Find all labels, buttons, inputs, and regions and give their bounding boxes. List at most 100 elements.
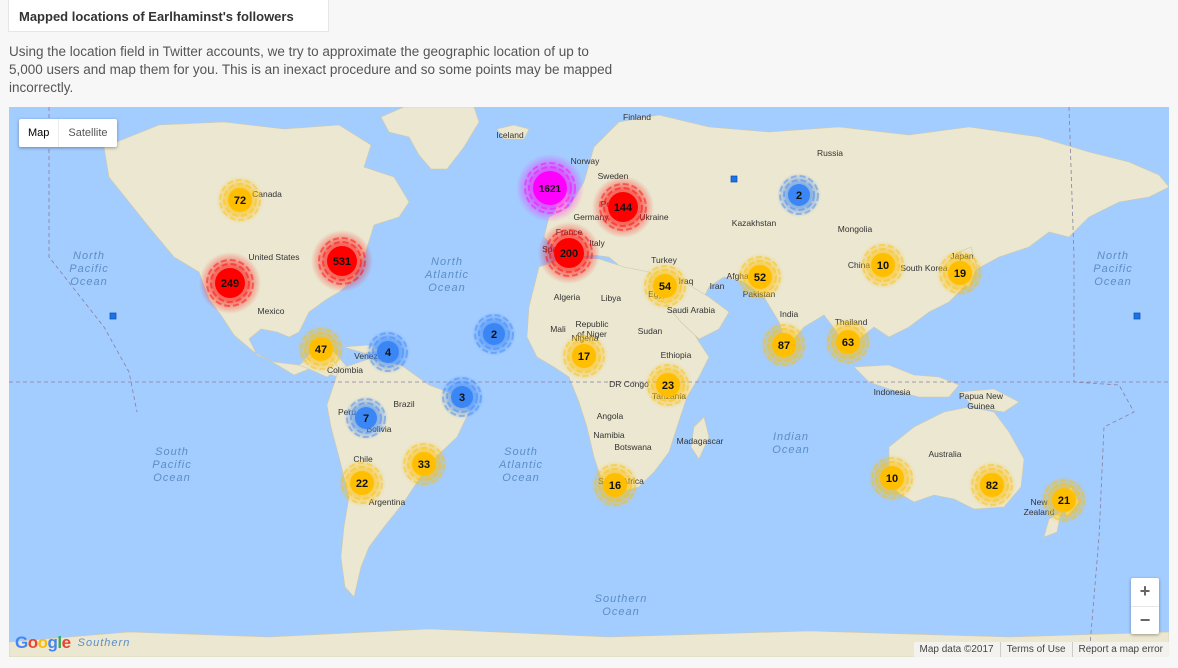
cluster-marker[interactable]: 531 <box>311 230 373 292</box>
ocean-label: Southern Ocean <box>595 593 648 618</box>
location-marker[interactable] <box>1133 312 1141 320</box>
cluster-marker[interactable]: 17 <box>560 332 608 380</box>
cluster-count: 144 <box>614 202 633 214</box>
cluster-count: 16 <box>609 480 621 492</box>
cluster-count: 2 <box>796 190 802 202</box>
ocean-label: Indian Ocean <box>772 431 809 456</box>
title-tab: Mapped locations of Earlhaminst's follow… <box>8 0 329 32</box>
place-label: Ethiopia <box>661 350 692 360</box>
cluster-marker[interactable]: 144 <box>592 176 654 238</box>
place-label: Namibia <box>593 430 624 440</box>
cluster-count: 19 <box>954 268 966 280</box>
cluster-marker[interactable]: 10 <box>868 454 916 502</box>
place-label: DR Congo <box>609 379 649 389</box>
place-label: Southern <box>78 637 131 649</box>
cluster-marker[interactable]: 22 <box>338 459 386 507</box>
location-marker[interactable] <box>109 312 117 320</box>
panel: Mapped locations of Earlhaminst's follow… <box>0 0 1178 668</box>
ocean-label: North Pacific Ocean <box>69 250 108 288</box>
cluster-marker[interactable]: 19 <box>936 249 984 297</box>
cluster-marker[interactable]: 4 <box>366 330 410 374</box>
cluster-marker[interactable]: 82 <box>968 461 1016 509</box>
cluster-count: 2 <box>491 329 497 341</box>
cluster-marker[interactable]: 1621 <box>516 154 584 222</box>
cluster-count: 47 <box>315 344 327 356</box>
cluster-count: 22 <box>356 478 368 490</box>
cluster-marker[interactable]: 16 <box>591 461 639 509</box>
cluster-marker[interactable]: 52 <box>736 253 784 301</box>
cluster-count: 249 <box>221 278 239 290</box>
place-label: Brazil <box>393 399 414 409</box>
place-label: Russia <box>817 148 843 158</box>
cluster-count: 17 <box>578 351 590 363</box>
cluster-marker[interactable]: 2 <box>777 173 821 217</box>
cluster-marker[interactable]: 21 <box>1040 476 1088 524</box>
map-type-control[interactable]: Map Satellite <box>19 119 117 147</box>
cluster-marker[interactable]: 249 <box>199 252 261 314</box>
cluster-count: 72 <box>234 195 246 207</box>
cluster-count: 63 <box>842 337 854 349</box>
report-map-error-link[interactable]: Report a map error <box>1071 642 1169 657</box>
cluster-count: 10 <box>886 473 898 485</box>
land-masses <box>9 107 1169 657</box>
cluster-marker[interactable]: 33 <box>400 440 448 488</box>
cluster-marker[interactable]: 2 <box>472 312 516 356</box>
place-label: Australia <box>928 449 961 459</box>
map-type-map-button[interactable]: Map <box>19 119 58 147</box>
ocean-label: South Atlantic Ocean <box>498 446 543 484</box>
cluster-count: 87 <box>778 340 790 352</box>
cluster-count: 23 <box>662 380 674 392</box>
cluster-count: 7 <box>363 413 369 425</box>
cluster-marker[interactable]: 54 <box>641 262 689 310</box>
place-label: Finland <box>623 112 651 122</box>
location-marker[interactable] <box>730 175 738 183</box>
cluster-count: 531 <box>333 256 351 268</box>
page-description: Using the location field in Twitter acco… <box>9 44 613 95</box>
place-label: Mali <box>550 324 566 334</box>
place-label: India <box>780 309 799 319</box>
google-logo[interactable]: Google <box>15 633 71 653</box>
map-canvas[interactable]: North Pacific Ocean North Atlantic Ocean South… <box>9 107 1169 657</box>
cluster-marker[interactable]: 87 <box>760 321 808 369</box>
cluster-marker[interactable]: 10 <box>859 241 907 289</box>
place-label: Libya <box>601 293 622 303</box>
place-label: Indonesia <box>874 387 911 397</box>
place-label: Mongolia <box>838 224 873 234</box>
cluster-marker[interactable]: 63 <box>824 318 872 366</box>
page-title: Mapped locations of Earlhaminst's follow… <box>19 9 294 24</box>
cluster-count: 33 <box>418 459 430 471</box>
map-type-satellite-button[interactable]: Satellite <box>58 119 116 147</box>
place-label: Iran <box>710 281 725 291</box>
map-data-credit: Map data ©2017 <box>919 644 994 655</box>
zoom-in-button[interactable]: + <box>1131 578 1159 606</box>
cluster-marker[interactable]: 72 <box>216 176 264 224</box>
cluster-count: 3 <box>459 392 465 404</box>
place-label: Kazakhstan <box>732 218 777 228</box>
cluster-count: 4 <box>385 347 392 359</box>
map-footer: Map data ©2017 Terms of Use Report a map… <box>913 642 1169 657</box>
cluster-count: 200 <box>560 248 578 260</box>
cluster-count: 82 <box>986 480 998 492</box>
cluster-marker[interactable]: 47 <box>297 325 345 373</box>
place-label: Norway <box>571 156 601 166</box>
zoom-out-button[interactable]: − <box>1131 606 1159 635</box>
cluster-count: 21 <box>1058 495 1070 507</box>
cluster-count: 52 <box>754 272 766 284</box>
place-label: Angola <box>597 411 624 421</box>
place-label: United States <box>248 252 299 262</box>
cluster-marker[interactable]: 7 <box>344 396 388 440</box>
cluster-marker[interactable]: 200 <box>538 222 600 284</box>
world-map[interactable]: North Pacific Ocean North Atlantic Ocean South… <box>9 107 1169 657</box>
cluster-marker[interactable]: 23 <box>644 361 692 409</box>
place-label: Iceland <box>496 130 524 140</box>
cluster-count: 10 <box>877 260 889 272</box>
cluster-marker[interactable]: 3 <box>440 375 484 419</box>
google-logo-text: Google <box>15 633 71 652</box>
cluster-count: 1621 <box>539 184 562 195</box>
ocean-label: South Pacific Ocean <box>152 446 191 484</box>
cluster-count: 54 <box>659 281 672 293</box>
place-label: Mexico <box>258 306 285 316</box>
place-label: Madagascar <box>677 436 724 446</box>
terms-of-use-link[interactable]: Terms of Use <box>999 642 1072 657</box>
zoom-control[interactable]: + − <box>1131 578 1159 634</box>
